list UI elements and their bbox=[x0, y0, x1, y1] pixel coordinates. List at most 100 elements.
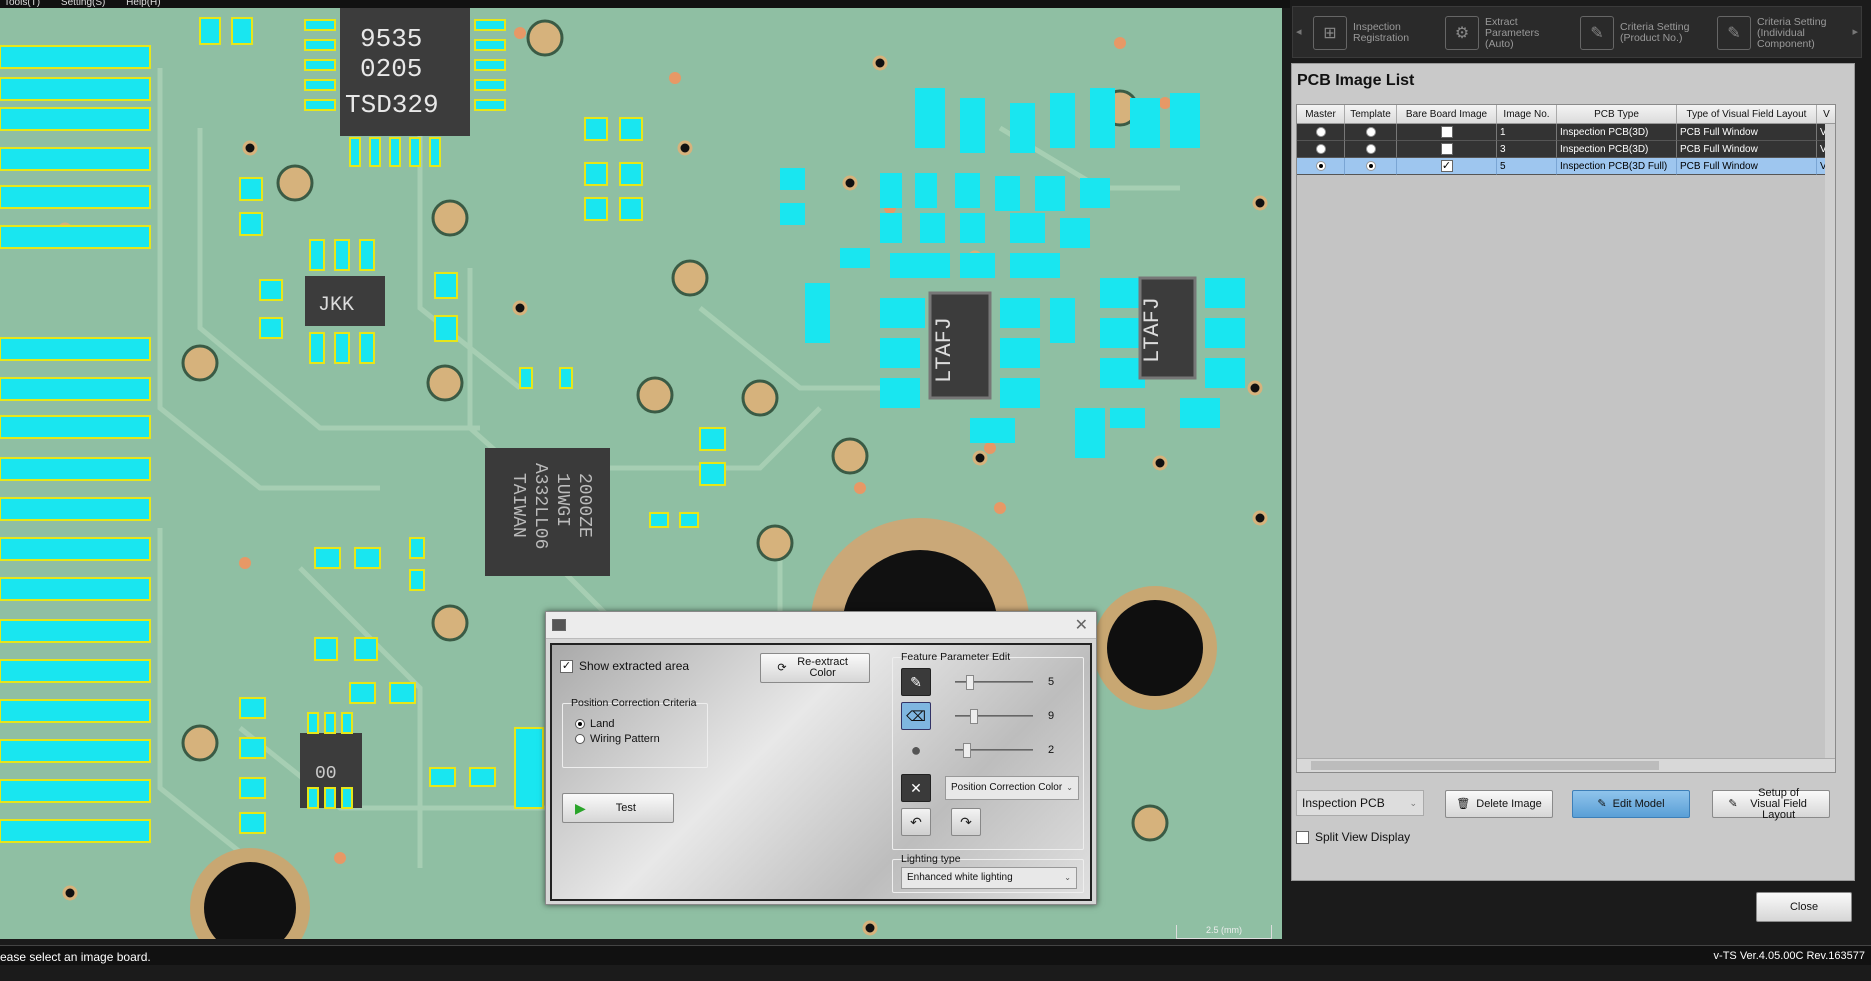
master-radio[interactable] bbox=[1315, 161, 1326, 171]
table-row[interactable]: ✓ 5 Inspection PCB(3D Full) PCB Full Window… bbox=[1297, 158, 1835, 175]
eraser-tool[interactable]: ⌫ bbox=[901, 702, 931, 730]
show-extracted-label: Show extracted area bbox=[579, 659, 690, 673]
undo-button[interactable]: ↶ bbox=[901, 808, 931, 836]
redo-button[interactable]: ↷ bbox=[951, 808, 981, 836]
chip-label-3: TSD329 bbox=[345, 90, 439, 120]
toolbar-criteria-product[interactable]: ✎ Criteria Setting (Product No.) bbox=[1580, 11, 1696, 55]
setup-visual-field-button[interactable]: ✎ Setup of Visual Field Layout bbox=[1712, 786, 1830, 821]
show-extracted-checkbox[interactable]: ✓ Show extracted area bbox=[560, 659, 689, 673]
table-vertical-scrollbar[interactable] bbox=[1825, 124, 1835, 760]
radio-land[interactable]: Land bbox=[575, 718, 614, 730]
menu-tools[interactable]: Tools(T) bbox=[4, 0, 40, 8]
col-v[interactable]: V bbox=[1817, 105, 1835, 123]
bare-board-checkbox[interactable] bbox=[1440, 143, 1453, 155]
chip-label-8: TAIWAN bbox=[508, 473, 528, 538]
table-cell bbox=[1397, 124, 1497, 141]
slider-eraser-value: 9 bbox=[1048, 710, 1055, 722]
status-bar: ease select an image board. v-TS Ver.4.0… bbox=[0, 945, 1871, 965]
radio-wiring-dot[interactable] bbox=[575, 734, 585, 744]
col-bare-board[interactable]: Bare Board Image bbox=[1397, 105, 1497, 123]
pcb-type-combo[interactable]: Inspection PCB ⌄ bbox=[1296, 790, 1424, 816]
split-view-box[interactable] bbox=[1296, 830, 1309, 844]
brush-size-tool[interactable]: ● bbox=[901, 736, 931, 764]
lighting-type-title: Lighting type bbox=[901, 853, 961, 865]
undo-icon: ↶ bbox=[910, 813, 922, 830]
bare-board-checkbox[interactable] bbox=[1440, 126, 1453, 138]
feature-parameter-title: Feature Parameter Edit bbox=[901, 651, 1011, 663]
slider-pen-size[interactable] bbox=[955, 675, 1033, 690]
col-layout[interactable]: Type of Visual Field Layout bbox=[1677, 105, 1817, 123]
edit-model-button[interactable]: ✎ Edit Model bbox=[1572, 790, 1690, 818]
slider-knob[interactable] bbox=[965, 675, 974, 690]
layout-edit-icon: ✎ bbox=[1728, 797, 1738, 810]
position-correction-title: Position Correction Criteria bbox=[571, 697, 697, 709]
slider-brush-size[interactable] bbox=[955, 743, 1033, 758]
menu-help[interactable]: Help(H) bbox=[126, 0, 160, 8]
toolbar-next-arrow[interactable]: ▸ bbox=[1852, 25, 1858, 38]
cell-layout: PCB Full Window bbox=[1677, 158, 1817, 175]
test-label: Test bbox=[615, 801, 636, 814]
template-radio[interactable] bbox=[1365, 127, 1376, 137]
position-correction-color-select[interactable]: Position Correction Color ⌄ bbox=[945, 776, 1079, 800]
reextract-color-button[interactable]: ⟳ Re-extract Color bbox=[760, 653, 870, 683]
clear-tool[interactable]: ✕ bbox=[901, 774, 931, 802]
show-extracted-box[interactable]: ✓ bbox=[560, 659, 573, 673]
toolbar-criteria-component[interactable]: ✎ Criteria Setting (Individual Component… bbox=[1717, 11, 1839, 55]
table-cell: ✓ bbox=[1397, 158, 1497, 175]
app-icon bbox=[552, 619, 566, 631]
slider-brush-value: 2 bbox=[1048, 744, 1055, 756]
dialog-titlebar[interactable]: ✕ bbox=[546, 612, 1096, 639]
scroll-thumb[interactable] bbox=[1311, 761, 1659, 770]
master-radio[interactable] bbox=[1315, 127, 1326, 137]
close-icon[interactable]: ✕ bbox=[1075, 615, 1088, 635]
eraser-icon: ⌫ bbox=[906, 707, 926, 724]
col-master[interactable]: Master bbox=[1297, 105, 1345, 123]
chevron-down-icon: ⌄ bbox=[1064, 873, 1071, 882]
play-icon: ▶ bbox=[575, 799, 586, 816]
pen-tool[interactable]: ✎ bbox=[901, 668, 931, 696]
radio-wiring[interactable]: Wiring Pattern bbox=[575, 733, 660, 745]
table-cell bbox=[1297, 141, 1345, 158]
toolbar-label: Extract Parameters (Auto) bbox=[1485, 15, 1540, 50]
setup-visual-field-label: Setup of Visual Field Layout bbox=[1750, 786, 1807, 821]
close-button[interactable]: Close bbox=[1756, 892, 1852, 922]
delete-image-label: Delete Image bbox=[1476, 797, 1542, 810]
table-header: Master Template Bare Board Image Image N… bbox=[1297, 105, 1835, 124]
version-label: v-TS Ver.4.05.00C Rev.163577 bbox=[1713, 950, 1865, 962]
lighting-type-group: Lighting type Enhanced white lighting ⌄ bbox=[892, 853, 1084, 893]
radio-wiring-label: Wiring Pattern bbox=[590, 733, 660, 745]
chip-label-5: 2000ZE bbox=[574, 473, 594, 538]
table-cell bbox=[1345, 124, 1397, 141]
cell-pcb-type: Inspection PCB(3D) bbox=[1557, 141, 1677, 158]
toolbar-extract-parameters[interactable]: ⚙ Extract Parameters (Auto) bbox=[1445, 11, 1551, 55]
split-view-checkbox[interactable]: Split View Display bbox=[1296, 830, 1410, 844]
refresh-icon: ⟳ bbox=[777, 661, 787, 674]
lighting-type-select[interactable]: Enhanced white lighting ⌄ bbox=[901, 867, 1077, 889]
col-image-no[interactable]: Image No. bbox=[1497, 105, 1557, 123]
master-radio[interactable] bbox=[1315, 144, 1326, 154]
grid-target-icon: ⊞ bbox=[1313, 16, 1347, 50]
split-view-label: Split View Display bbox=[1315, 830, 1411, 844]
toolbar-inspection-registration[interactable]: ⊞ Inspection Registration bbox=[1313, 11, 1423, 55]
pcb-image-list-panel: PCB Image List Master Template Bare Boar… bbox=[1291, 63, 1855, 881]
delete-image-button[interactable]: 🗑 Delete Image bbox=[1445, 790, 1553, 818]
bare-board-checkbox[interactable]: ✓ bbox=[1440, 160, 1453, 172]
slider-knob[interactable] bbox=[970, 709, 979, 724]
col-template[interactable]: Template bbox=[1345, 105, 1397, 123]
slider-eraser-size[interactable] bbox=[955, 709, 1033, 724]
scale-bar: 2.5 (mm) bbox=[1176, 925, 1272, 939]
trash-icon: 🗑 bbox=[1456, 797, 1471, 810]
table-horizontal-scrollbar[interactable] bbox=[1297, 758, 1835, 772]
table-row[interactable]: 3 Inspection PCB(3D) PCB Full Window V bbox=[1297, 141, 1835, 158]
menu-setting[interactable]: Setting(S) bbox=[61, 0, 105, 8]
table-row[interactable]: 1 Inspection PCB(3D) PCB Full Window V bbox=[1297, 124, 1835, 141]
slider-knob[interactable] bbox=[963, 743, 972, 758]
radio-land-dot[interactable] bbox=[575, 719, 585, 729]
chevron-down-icon: ⌄ bbox=[1066, 783, 1073, 792]
template-radio[interactable] bbox=[1365, 144, 1376, 154]
toolbar-prev-arrow[interactable]: ◂ bbox=[1296, 25, 1302, 38]
template-radio[interactable] bbox=[1365, 161, 1376, 171]
reextract-label: Re-extract Color bbox=[797, 656, 848, 679]
test-button[interactable]: ▶ Test bbox=[562, 793, 674, 823]
col-pcb-type[interactable]: PCB Type bbox=[1557, 105, 1677, 123]
